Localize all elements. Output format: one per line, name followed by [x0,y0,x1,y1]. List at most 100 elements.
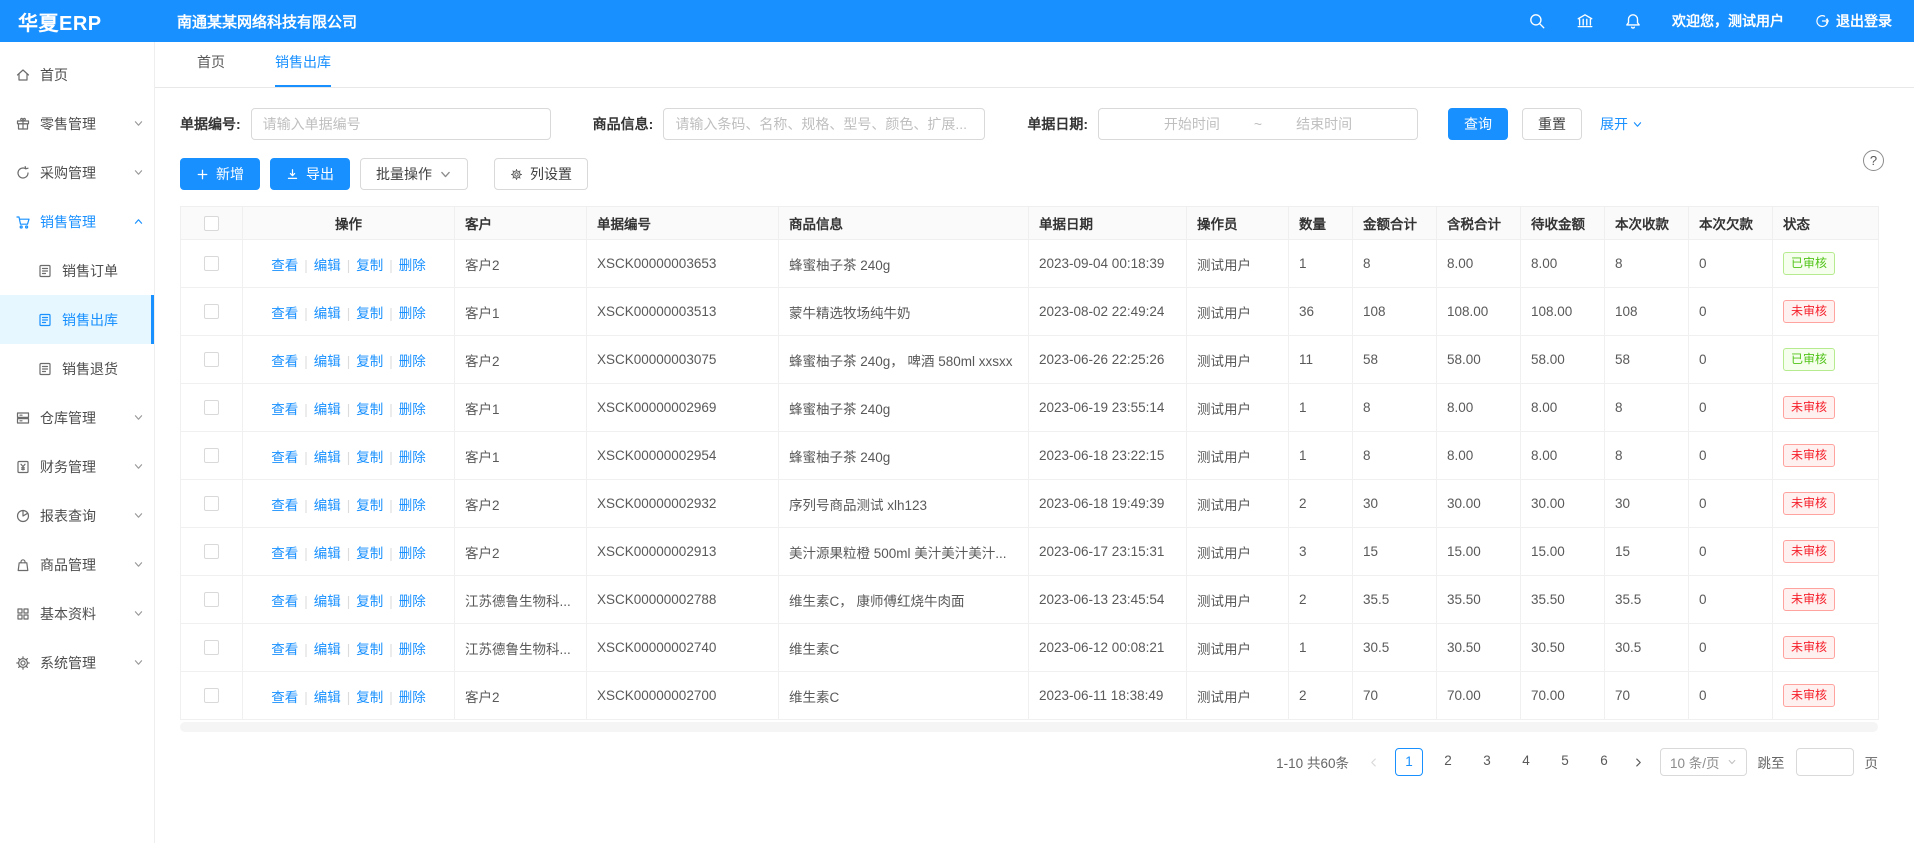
row-action-delete[interactable]: 删除 [399,354,426,369]
row-action-copy[interactable]: 复制 [356,594,383,609]
row-action-copy[interactable]: 复制 [356,258,383,273]
row-checkbox[interactable] [204,352,219,367]
tab-sales-outbound[interactable]: 销售出库 [275,52,331,87]
date-range-input[interactable]: 开始时间 ~ 结束时间 [1098,108,1418,140]
row-action-edit[interactable]: 编辑 [314,258,341,273]
cell-bill-no: XSCK00000002788 [587,576,779,624]
row-action-edit[interactable]: 编辑 [314,306,341,321]
sidebar-item-warehouse[interactable]: 仓库管理 [0,393,154,442]
row-action-view[interactable]: 查看 [271,306,298,321]
row-action-edit[interactable]: 编辑 [314,594,341,609]
row-action-delete[interactable]: 删除 [399,498,426,513]
row-action-view[interactable]: 查看 [271,258,298,273]
sidebar-item-sales-outbound[interactable]: 销售出库 [0,295,154,344]
company-name: 南通某某网络科技有限公司 [177,11,357,32]
jump-page-input[interactable] [1796,748,1854,776]
row-action-copy[interactable]: 复制 [356,354,383,369]
row-action-copy[interactable]: 复制 [356,642,383,657]
prev-page-icon[interactable] [1364,757,1384,768]
column-header: 待收金额 [1521,207,1605,240]
horizontal-scrollbar[interactable] [180,722,1878,732]
sidebar-item-retail[interactable]: 零售管理 [0,99,154,148]
row-action-copy[interactable]: 复制 [356,498,383,513]
row-action-delete[interactable]: 删除 [399,306,426,321]
cell-product: 维生素C [779,672,1029,720]
select-all-checkbox[interactable] [204,216,219,231]
row-checkbox[interactable] [204,640,219,655]
row-action-view[interactable]: 查看 [271,594,298,609]
export-button[interactable]: 导出 [270,158,350,190]
row-action-edit[interactable]: 编辑 [314,690,341,705]
sidebar-item-sales[interactable]: 销售管理 [0,197,154,246]
bank-icon[interactable] [1576,12,1594,30]
row-action-delete[interactable]: 删除 [399,690,426,705]
help-icon[interactable]: ? [1863,150,1884,171]
row-checkbox[interactable] [204,592,219,607]
batch-actions-button[interactable]: 批量操作 [360,158,468,190]
row-checkbox[interactable] [204,400,219,415]
sidebar-item-home[interactable]: 首页 [0,50,154,99]
cell-customer: 客户2 [455,480,587,528]
page-number-6[interactable]: 6 [1590,748,1618,776]
welcome-user[interactable]: 欢迎您，测试用户 [1672,11,1784,31]
sidebar-item-purchase[interactable]: 采购管理 [0,148,154,197]
row-checkbox[interactable] [204,496,219,511]
add-button[interactable]: 新增 [180,158,260,190]
row-action-view[interactable]: 查看 [271,546,298,561]
row-checkbox[interactable] [204,544,219,559]
row-action-delete[interactable]: 删除 [399,642,426,657]
row-action-view[interactable]: 查看 [271,402,298,417]
row-checkbox[interactable] [204,304,219,319]
row-action-view[interactable]: 查看 [271,642,298,657]
row-action-view[interactable]: 查看 [271,450,298,465]
row-checkbox[interactable] [204,256,219,271]
next-page-icon[interactable] [1629,757,1649,768]
sidebar-item-system[interactable]: 系统管理 [0,638,154,687]
row-action-edit[interactable]: 编辑 [314,450,341,465]
row-checkbox[interactable] [204,688,219,703]
row-action-copy[interactable]: 复制 [356,546,383,561]
row-action-delete[interactable]: 删除 [399,402,426,417]
page-number-5[interactable]: 5 [1551,748,1579,776]
row-action-delete[interactable]: 删除 [399,258,426,273]
row-action-edit[interactable]: 编辑 [314,354,341,369]
sidebar-item-basic-data[interactable]: 基本资料 [0,589,154,638]
expand-link[interactable]: 展开 [1600,114,1643,134]
row-checkbox[interactable] [204,448,219,463]
sidebar-item-finance[interactable]: 财务管理 [0,442,154,491]
page-number-2[interactable]: 2 [1434,748,1462,776]
row-action-delete[interactable]: 删除 [399,546,426,561]
sidebar-item-goods[interactable]: 商品管理 [0,540,154,589]
page-number-1[interactable]: 1 [1395,748,1423,776]
cell-total: 70 [1353,672,1437,720]
sidebar-item-sales-return[interactable]: 销售退货 [0,344,154,393]
row-action-edit[interactable]: 编辑 [314,402,341,417]
page-number-3[interactable]: 3 [1473,748,1501,776]
row-action-edit[interactable]: 编辑 [314,546,341,561]
row-action-copy[interactable]: 复制 [356,450,383,465]
row-action-view[interactable]: 查看 [271,690,298,705]
tab-home[interactable]: 首页 [197,52,225,87]
sidebar-item-sales-order[interactable]: 销售订单 [0,246,154,295]
row-action-copy[interactable]: 复制 [356,402,383,417]
cell-debt: 0 [1689,480,1773,528]
row-action-delete[interactable]: 删除 [399,594,426,609]
search-button[interactable]: 查询 [1448,108,1508,140]
page-number-4[interactable]: 4 [1512,748,1540,776]
row-action-copy[interactable]: 复制 [356,690,383,705]
row-action-copy[interactable]: 复制 [356,306,383,321]
row-action-edit[interactable]: 编辑 [314,498,341,513]
row-action-view[interactable]: 查看 [271,498,298,513]
bell-icon[interactable] [1624,12,1642,30]
column-settings-button[interactable]: 列设置 [494,158,588,190]
logout-button[interactable]: 退出登录 [1814,11,1892,31]
row-action-edit[interactable]: 编辑 [314,642,341,657]
search-icon[interactable] [1528,12,1546,30]
bill-no-input[interactable] [251,108,551,140]
row-action-delete[interactable]: 删除 [399,450,426,465]
row-action-view[interactable]: 查看 [271,354,298,369]
reset-button[interactable]: 重置 [1522,108,1582,140]
product-info-input[interactable] [663,108,985,140]
page-size-select[interactable]: 10 条/页 [1660,748,1747,776]
sidebar-item-report[interactable]: 报表查询 [0,491,154,540]
